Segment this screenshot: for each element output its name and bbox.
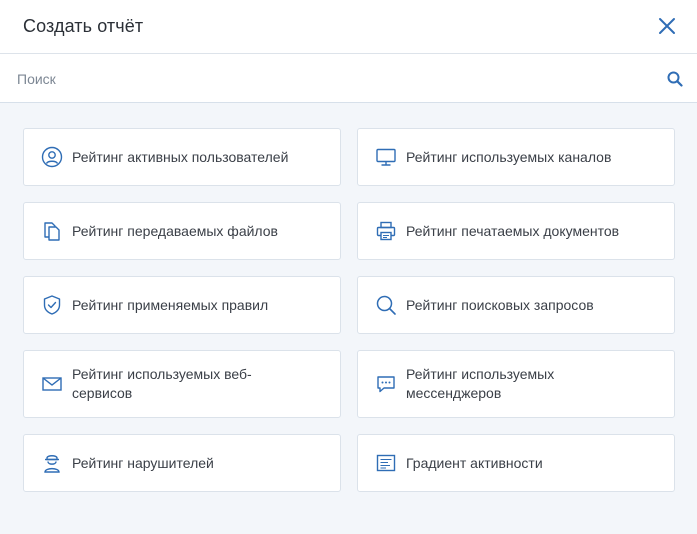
report-label: Рейтинг используемых веб-сервисов bbox=[72, 366, 252, 401]
report-card-web-services[interactable]: Рейтинг используемых веб-сервисов bbox=[23, 350, 341, 418]
search-bar bbox=[0, 54, 697, 103]
report-label: Рейтинг активных пользователей bbox=[72, 148, 289, 165]
report-label: Рейтинг передаваемых файлов bbox=[72, 222, 278, 239]
report-card-channels[interactable]: Рейтинг используемых каналов bbox=[357, 128, 675, 186]
monitor-icon bbox=[375, 146, 397, 168]
search-button[interactable] bbox=[667, 71, 683, 87]
shield-check-icon bbox=[41, 294, 63, 316]
close-button[interactable] bbox=[657, 16, 677, 36]
report-card-search-queries[interactable]: Рейтинг поисковых запросов bbox=[357, 276, 675, 334]
user-circle-icon bbox=[41, 146, 63, 168]
dialog-title: Создать отчёт bbox=[23, 16, 144, 36]
intruder-icon bbox=[41, 452, 63, 474]
files-icon bbox=[41, 220, 63, 242]
report-card-active-users[interactable]: Рейтинг активных пользователей bbox=[23, 128, 341, 186]
report-label: Рейтинг поисковых запросов bbox=[406, 296, 594, 313]
search-icon bbox=[667, 71, 683, 87]
report-card-violators[interactable]: Рейтинг нарушителей bbox=[23, 434, 341, 492]
report-card-applied-rules[interactable]: Рейтинг применяемых правил bbox=[23, 276, 341, 334]
report-card-printed-documents[interactable]: Рейтинг печатаемых документов bbox=[357, 202, 675, 260]
magnifier-icon bbox=[375, 294, 397, 316]
create-report-dialog: Создать отчёт Рейтинг активны bbox=[0, 0, 697, 534]
printer-icon bbox=[375, 220, 397, 242]
dialog-header: Создать отчёт bbox=[0, 0, 697, 54]
report-label: Рейтинг используемых каналов bbox=[406, 148, 612, 165]
close-icon bbox=[659, 18, 675, 34]
mail-icon bbox=[41, 373, 63, 395]
report-label: Рейтинг печатаемых документов bbox=[406, 222, 620, 239]
report-label: Градиент активности bbox=[406, 454, 543, 471]
chat-icon bbox=[375, 373, 397, 395]
report-card-files[interactable]: Рейтинг передаваемых файлов bbox=[23, 202, 341, 260]
document-lines-icon bbox=[375, 452, 397, 474]
report-label: Рейтинг используемых мессенджеров bbox=[406, 366, 555, 401]
search-input[interactable] bbox=[15, 66, 649, 92]
report-label: Рейтинг применяемых правил bbox=[72, 296, 269, 313]
report-card-activity-gradient[interactable]: Градиент активности bbox=[357, 434, 675, 492]
report-label: Рейтинг нарушителей bbox=[72, 454, 214, 471]
report-card-messengers[interactable]: Рейтинг используемых мессенджеров bbox=[357, 350, 675, 418]
report-list: Рейтинг активных пользователей Рейтинг и… bbox=[23, 128, 675, 508]
